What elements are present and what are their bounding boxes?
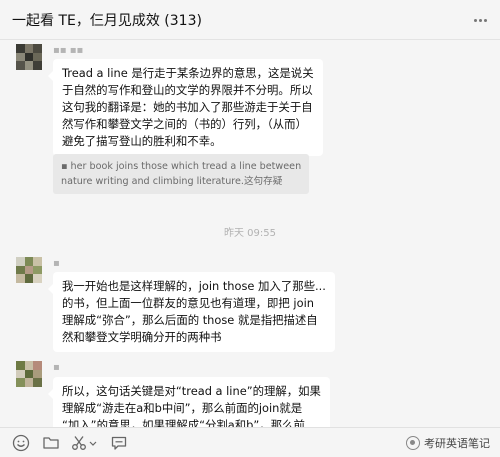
avatar[interactable]	[16, 257, 42, 283]
message-bubble[interactable]: 我一开始也是这样理解的，join those 加入了那些... 的书，但上面一位…	[48, 272, 335, 352]
chat-title: 一起看 TE，仨月见成效 (313)	[12, 13, 202, 29]
avatar[interactable]	[16, 361, 42, 387]
scissors-icon[interactable]	[70, 434, 88, 452]
message-line: 我一开始也是这样理解的，join those 加入了那些...	[62, 279, 326, 293]
input-toolbar: 考研英语笔记	[0, 427, 500, 457]
message-line: Tread a line 是行走于某条边界的意思，这是说关	[62, 66, 314, 80]
message-line: 避免了描写登山的胜利和不幸。	[62, 134, 222, 148]
dot-icon	[483, 18, 487, 22]
message-line: 的书，但上面一位群友的意见也有道理，即把 join	[62, 296, 314, 310]
sender-name: ▪▪ ▪▪	[53, 45, 84, 56]
emoji-icon[interactable]	[12, 434, 30, 452]
message-line: 于自然的写作和登山的文学的界限并不分明。所以	[62, 83, 313, 97]
watermark: 考研英语笔记	[406, 435, 490, 451]
message-line: 理解成“游走在a和b中间”，那么前面的join就是	[62, 401, 303, 415]
avatar[interactable]	[16, 44, 42, 70]
dot-icon	[473, 18, 477, 22]
quote-line: nature writing and climbing literature.这…	[61, 176, 283, 187]
sender-name: ▪	[53, 362, 60, 373]
message-bubble[interactable]: Tread a line 是行走于某条边界的意思，这是说关 于自然的写作和登山的…	[48, 59, 323, 156]
message-list[interactable]: ▪▪ ▪▪ Tread a line 是行走于某条边界的意思，这是说关 于自然的…	[0, 41, 500, 427]
wechat-logo-icon	[406, 436, 420, 450]
quoted-message[interactable]: ▪ her book joins those which tread a lin…	[53, 154, 310, 194]
more-options-button[interactable]	[468, 8, 492, 32]
dot-icon	[478, 18, 482, 22]
message-line: 然和攀登文学明确分开的两种书	[62, 330, 222, 344]
watermark-text: 考研英语笔记	[424, 437, 490, 450]
folder-icon[interactable]	[42, 434, 60, 452]
message-line: 这句我的翻译是：她的书加入了那些游走于关于自	[62, 100, 313, 114]
quote-line: ▪ her book joins those which tread a lin…	[61, 161, 302, 172]
sender-name: ▪	[53, 258, 60, 269]
message-line: 然写作和攀登文学之间的（书的）行列，（从而）	[62, 117, 307, 131]
chevron-down-icon[interactable]	[88, 434, 98, 452]
message-line: “加入”的意思，如果理解成“分割a和b”，那么前	[62, 418, 305, 427]
timestamp: 昨天 09:55	[224, 228, 276, 239]
chat-history-icon[interactable]	[110, 434, 128, 452]
title-bar: 一起看 TE，仨月见成效 (313)	[0, 0, 500, 40]
message-line: 所以，这句话关键是对“tread a line”的理解，如果	[62, 384, 321, 398]
message-bubble[interactable]: 所以，这句话关键是对“tread a line”的理解，如果 理解成“游走在a和…	[48, 377, 330, 427]
message-line: 理解成“弥合”，那么后面的 those 就是指把描述自	[62, 313, 318, 327]
